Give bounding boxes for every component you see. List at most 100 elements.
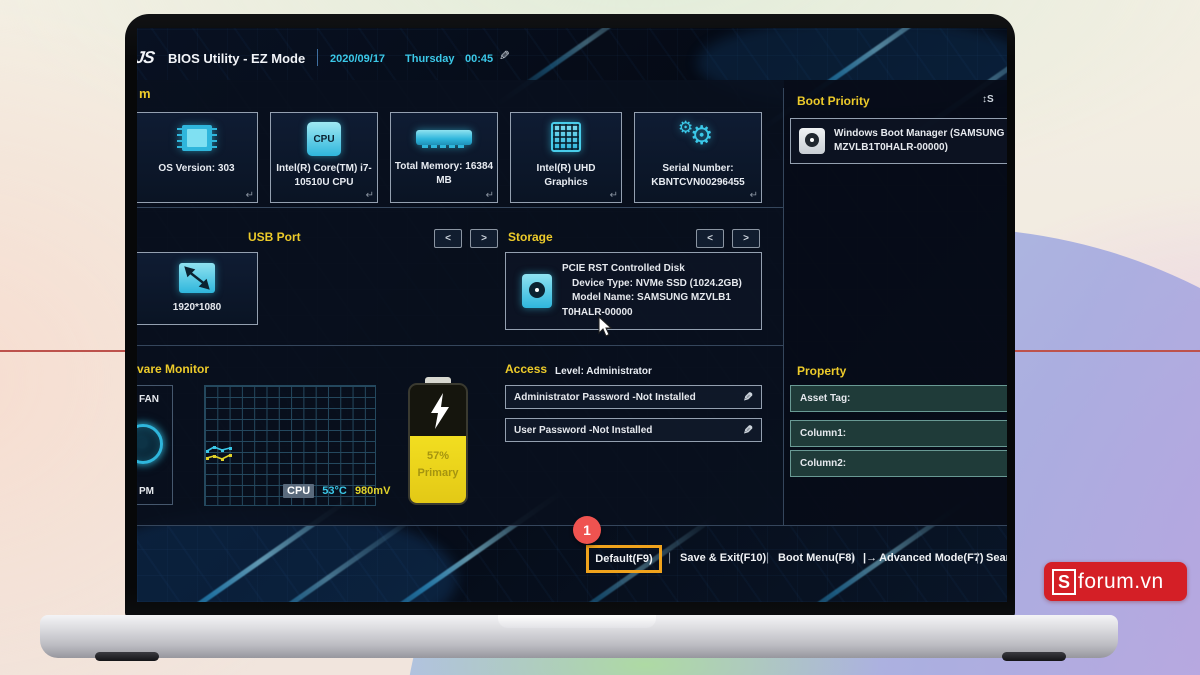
boot-menu-f8-button[interactable]: Boot Menu(F8) (778, 552, 855, 564)
battery-type: Primary (417, 466, 459, 479)
menu-separator: | (668, 550, 672, 564)
usb-device-card[interactable]: 1920*1080 (137, 252, 258, 325)
fan-icon (137, 424, 163, 464)
enter-icon: ↵ (609, 190, 618, 201)
property-label: Column1: (800, 428, 847, 439)
sort-hint-icon: ↕S (982, 94, 994, 105)
memory-label: Total Memory: 16384 MB (394, 161, 494, 186)
edit-pencil-icon[interactable]: ✎ (743, 390, 753, 404)
laptop-lid-notch (498, 615, 656, 628)
system-day: Thursday (405, 53, 455, 65)
storage-line: Device Type: NVMe SSD (1024.2GB) (572, 277, 742, 289)
information-heading-fragment: m (139, 86, 151, 101)
card-serial-number[interactable]: ⚙ ⚙ Serial Number: KBNTCVN00296455 ↵ (634, 112, 762, 203)
brand-logo-fragment: JS (137, 48, 156, 67)
mouse-cursor (598, 316, 613, 337)
fan-rpm-fragment: PM (139, 486, 154, 497)
storage-line: PCIE RST Controlled Disk (562, 263, 685, 274)
usb-device-label: 1920*1080 (172, 302, 222, 313)
cpu-label: Intel(R) Core(TM) i7-10510U CPU (276, 163, 372, 188)
admin-password-row[interactable]: Administrator Password -Not Installed ✎ (505, 385, 762, 409)
storage-device-card[interactable]: PCIE RST Controlled Disk Device Type: NV… (505, 252, 762, 330)
hardware-monitor-heading: vare Monitor (137, 362, 210, 376)
storage-prev-button[interactable]: < (696, 229, 724, 248)
search-button[interactable]: Search (986, 552, 1007, 564)
step-annotation-badge: 1 (573, 516, 601, 544)
resolution-icon (179, 263, 215, 293)
battery-indicator: 57% Primary (408, 377, 468, 505)
laptop-foot (95, 652, 159, 661)
default-f9-button[interactable]: Default(F9) (586, 545, 662, 573)
disk-icon (522, 274, 552, 308)
enter-icon: ↵ (245, 190, 254, 201)
usb-port-heading: USB Port (248, 230, 301, 244)
cpu-stats: CPU 53°C 980mV (283, 484, 391, 498)
usb-next-button[interactable]: > (470, 229, 498, 248)
default-f9-label: Default(F9) (595, 553, 653, 565)
bios-screen: JS BIOS Utility - EZ Mode 2020/09/17 Thu… (137, 28, 1007, 602)
header-divider (317, 49, 318, 66)
menu-separator: | (766, 550, 770, 564)
section-divider (137, 345, 783, 346)
boot-disk-icon (799, 128, 825, 154)
serial-number-label: Serial Number: KBNTCVN00296455 (651, 163, 745, 188)
admin-password-label: Administrator Password -Not Installed (514, 391, 696, 403)
chip-icon (176, 125, 217, 151)
storage-next-button[interactable]: > (732, 229, 760, 248)
gpu-icon (551, 122, 581, 152)
card-bios-version[interactable]: OS Version: 303 ↵ (137, 112, 258, 203)
card-cpu[interactable]: CPU Intel(R) Core(TM) i7-10510U CPU ↵ (270, 112, 378, 203)
battery-percent: 57% (426, 450, 450, 462)
save-exit-f10-button[interactable]: Save & Exit(F10) (680, 552, 766, 564)
laptop-base (40, 615, 1118, 661)
advanced-mode-f7-button[interactable]: |→ Advanced Mode(F7) (863, 552, 984, 564)
sforum-logo-s: S (1052, 568, 1077, 595)
bottom-divider (137, 525, 1007, 526)
system-time[interactable]: 00:45 (465, 53, 493, 65)
property-row-asset-tag[interactable]: Asset Tag: (790, 385, 1007, 412)
property-label: Column2: (800, 458, 847, 469)
property-row-column2[interactable]: Column2: (790, 450, 1007, 477)
property-label: Asset Tag: (800, 393, 851, 404)
property-heading: Property (797, 364, 847, 378)
advanced-mode-label: Advanced Mode(F7) (879, 552, 984, 564)
memory-icon (416, 130, 472, 148)
page-title: BIOS Utility - EZ Mode (168, 51, 306, 66)
section-divider (137, 207, 783, 208)
boot-entry-label: Windows Boot Manager (SAMSUNG MZVLB1T0HA… (834, 128, 1005, 153)
gears-icon: ⚙ ⚙ (678, 118, 714, 150)
cpu-temperature: 53°C (322, 485, 347, 497)
storage-line: T0HALR-00000 (562, 306, 633, 318)
card-memory[interactable]: Total Memory: 16384 MB ↵ (390, 112, 498, 203)
system-date[interactable]: 2020/09/17 (330, 53, 385, 65)
bios-version-label: OS Version: 303 (158, 163, 235, 174)
menu-separator: | (976, 550, 980, 564)
card-graphics[interactable]: Intel(R) UHD Graphics ↵ (510, 112, 622, 203)
cpu-voltage: 980mV (354, 485, 391, 497)
battery-text: 57% Primary (410, 448, 466, 481)
lightning-bolt-icon (431, 393, 449, 429)
storage-line: Model Name: SAMSUNG MZVLB1 (572, 292, 731, 303)
property-row-column1[interactable]: Column1: (790, 420, 1007, 447)
cpu-icon: CPU (307, 122, 341, 156)
access-heading: Access (505, 362, 548, 376)
access-level: Level: Administrator (555, 366, 652, 377)
boot-priority-heading: Boot Priority (797, 94, 870, 108)
enter-icon: ↵ (749, 190, 758, 201)
fan-label: FAN (139, 394, 159, 405)
laptop-foot (1002, 652, 1066, 661)
enter-icon: ↵ (365, 190, 374, 201)
cpu-stat-label: CPU (283, 484, 315, 498)
enter-icon: ↵ (485, 190, 494, 201)
user-password-label: User Password -Not Installed (514, 424, 653, 436)
boot-entry-windows[interactable]: Windows Boot Manager (SAMSUNG MZVLB1T0HA… (790, 118, 1007, 164)
user-password-row[interactable]: User Password -Not Installed ✎ (505, 418, 762, 442)
edit-datetime-icon[interactable]: ✎ (499, 48, 510, 64)
storage-device-info: PCIE RST Controlled Disk Device Type: NV… (562, 262, 742, 320)
storage-heading: Storage (508, 230, 553, 244)
usb-prev-button[interactable]: < (434, 229, 462, 248)
edit-pencil-icon[interactable]: ✎ (743, 423, 753, 437)
sforum-watermark: S forum.vn (1044, 562, 1187, 601)
sforum-logo-text: forum.vn (1078, 569, 1164, 593)
fan-panel: FAN PM (137, 385, 173, 505)
